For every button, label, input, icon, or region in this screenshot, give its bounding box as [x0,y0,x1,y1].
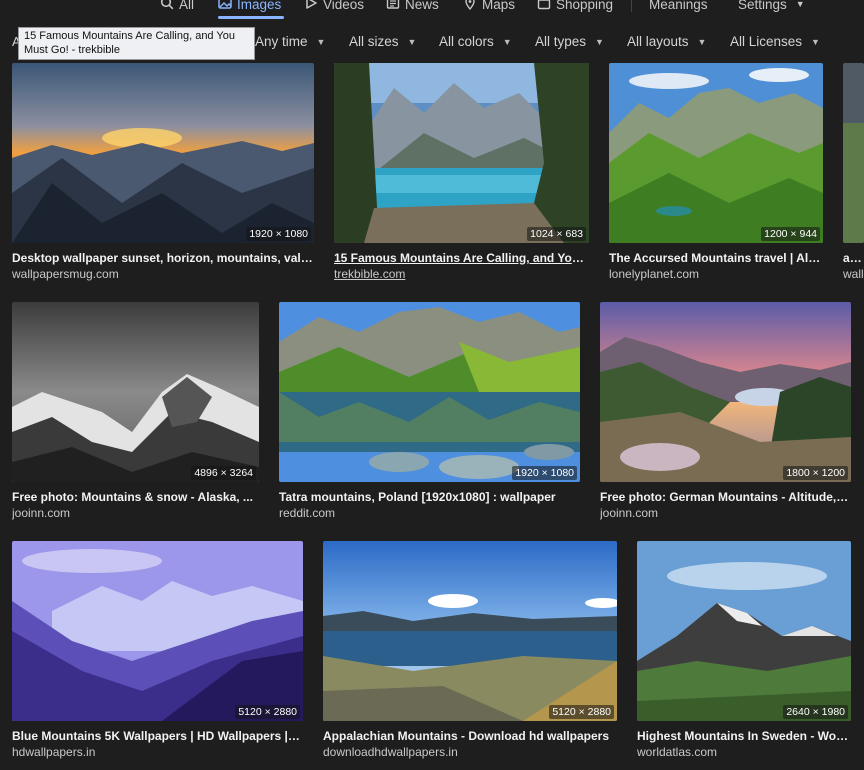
result-domain[interactable]: worldatlas.com [637,745,851,759]
search-icon [160,0,174,13]
filter-license[interactable]: All Licenses ▼ [730,34,820,49]
result-title[interactable]: Blue Mountains 5K Wallpapers | HD Wallpa… [12,729,303,743]
image-dimensions: 1800 × 1200 [783,466,848,480]
result-thumbnail[interactable]: 1800 × 1200 [600,302,851,482]
image-result[interactable]: 5120 × 2880 Blue Mountains 5K Wallpapers… [12,541,303,761]
filter-type[interactable]: All types ▼ [535,34,604,49]
tab-label: Meanings [649,0,708,12]
filter-layout[interactable]: All layouts ▼ [627,34,706,49]
tab-label: Images [237,0,282,12]
tab-images[interactable]: Images [218,0,281,14]
map-pin-icon [463,0,477,13]
shopping-bag-icon [537,0,551,13]
tab-label: News [405,0,439,12]
filter-label: All colors [439,34,494,49]
result-domain[interactable]: wall [843,267,864,281]
play-icon [304,0,318,13]
filter-label: All layouts [627,34,689,49]
chevron-down-icon: ▼ [811,36,820,47]
image-result[interactable]: 1920 × 1080 Desktop wallpaper sunset, ho… [12,63,314,283]
search-tabs-bar: All Images Videos News Maps Shopping Mea… [0,0,864,20]
image-dimensions: 2640 × 1980 [783,705,848,719]
image-result[interactable]: 1800 × 1200 Free photo: German Mountains… [600,302,851,522]
chevron-down-icon: ▼ [407,36,417,47]
image-result[interactable]: 5120 × 2880 Appalachian Mountains - Down… [323,541,617,761]
result-domain[interactable]: downloadhdwallpapers.in [323,745,617,759]
image-icon [218,0,232,13]
chevron-down-icon: ▼ [795,0,805,9]
filter-time[interactable]: Any time ▼ [255,34,325,49]
result-thumbnail[interactable]: 1200 × 944 [609,63,823,243]
result-thumbnail[interactable]: 1024 × 683 [334,63,589,243]
image-dimensions: 5120 × 2880 [235,705,300,719]
filter-size[interactable]: All sizes ▼ [349,34,416,49]
image-result[interactable]: argo wall [843,63,864,283]
result-domain[interactable]: jooinn.com [600,506,851,520]
news-icon [386,0,400,13]
filter-color[interactable]: All colors ▼ [439,34,512,49]
tab-shopping[interactable]: Shopping [537,0,613,14]
tooltip-text: 15 Famous Mountains Are Calling, and You… [24,30,235,56]
active-tab-indicator [218,16,284,19]
image-result[interactable]: 1920 × 1080 Tatra mountains, Poland [192… [279,302,580,522]
filter-label: Any time [255,34,308,49]
result-thumbnail[interactable]: 5120 × 2880 [323,541,617,721]
result-title[interactable]: Highest Mountains In Sweden - WorldAtlas [637,729,851,743]
result-thumbnail[interactable]: 2640 × 1980 [637,541,851,721]
chevron-down-icon: ▼ [697,36,707,47]
filter-label: All Licenses [730,34,803,49]
image-dimensions: 4896 × 3264 [191,466,256,480]
result-thumbnail[interactable]: 4896 × 3264 [12,302,259,482]
image-result[interactable]: 1200 × 944 The Accursed Mountains travel… [609,63,823,283]
image-result[interactable]: 4896 × 3264 Free photo: Mountains & snow… [12,302,259,522]
result-title[interactable]: 15 Famous Mountains Are Calling, and You… [334,251,589,265]
result-domain[interactable]: jooinn.com [12,506,259,520]
image-dimensions: 1920 × 1080 [246,227,311,241]
result-thumbnail[interactable]: 1920 × 1080 [12,63,314,243]
chevron-down-icon: ▼ [316,36,326,47]
result-thumbnail[interactable]: 1920 × 1080 [279,302,580,482]
result-title[interactable]: Appalachian Mountains - Download hd wall… [323,729,617,743]
image-result[interactable]: 1024 × 683 15 Famous Mountains Are Calli… [334,63,589,283]
result-domain[interactable]: hdwallpapers.in [12,745,303,759]
tab-videos[interactable]: Videos [304,0,364,14]
result-title[interactable]: The Accursed Mountains travel | Albania [609,251,823,265]
result-domain[interactable]: wallpapersmug.com [12,267,314,281]
filter-label: All sizes [349,34,399,49]
tab-label: Videos [323,0,365,12]
result-title[interactable]: Free photo: Mountains & snow - Alaska, .… [12,490,259,504]
image-dimensions: 1024 × 683 [527,227,586,241]
result-title[interactable]: argo [843,251,864,265]
tab-maps[interactable]: Maps [463,0,515,14]
image-dimensions: 1920 × 1080 [512,466,577,480]
chevron-down-icon: ▼ [595,36,604,47]
result-thumbnail[interactable]: 5120 × 2880 [12,541,303,721]
tab-label: Shopping [556,0,614,12]
result-domain[interactable]: reddit.com [279,506,580,520]
result-domain[interactable]: trekbible.com [334,267,589,281]
result-title[interactable]: Desktop wallpaper sunset, horizon, mount… [12,251,314,265]
filter-label: All types [535,34,587,49]
tab-label: All [179,0,195,12]
result-domain[interactable]: lonelyplanet.com [609,267,823,281]
result-title[interactable]: Tatra mountains, Poland [1920x1080] : wa… [279,490,580,504]
tab-news[interactable]: News [386,0,439,14]
chevron-down-icon: ▼ [502,36,512,47]
image-dimensions: 1200 × 944 [761,227,820,241]
image-result[interactable]: 2640 × 1980 Highest Mountains In Sweden … [637,541,851,761]
tooltip: 15 Famous Mountains Are Calling, and You… [18,27,255,60]
image-dimensions: 5120 × 2880 [549,705,614,719]
tab-all[interactable]: All [160,0,194,14]
nav-divider [631,0,632,12]
tab-label: Maps [482,0,516,12]
result-thumbnail[interactable] [843,63,864,243]
result-title[interactable]: Free photo: German Mountains - Altitude,… [600,490,851,504]
tab-meanings[interactable]: Meanings [649,0,708,14]
settings-label: Settings [738,0,787,12]
settings-menu[interactable]: Settings ▼ [738,0,805,14]
